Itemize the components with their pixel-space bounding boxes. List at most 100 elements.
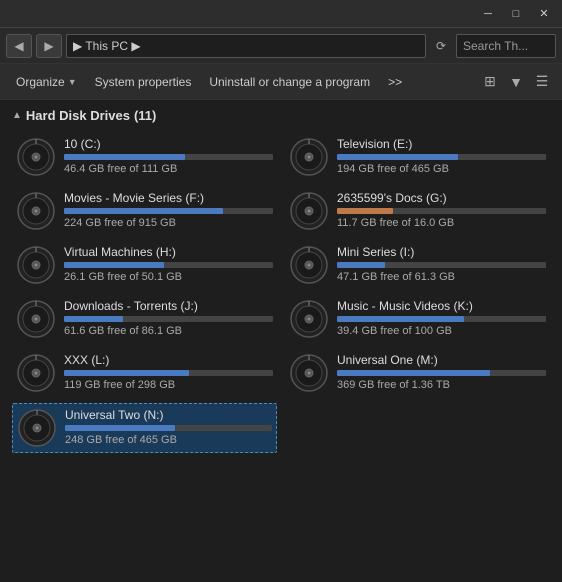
drive-info: Television (E:) 194 GB free of 465 GB xyxy=(337,137,546,175)
drive-item[interactable]: Universal One (M:) 369 GB free of 1.36 TB xyxy=(285,349,550,397)
drive-item[interactable]: Universal Two (N:) 248 GB free of 465 GB xyxy=(12,403,277,453)
drive-name: Television (E:) xyxy=(337,137,546,151)
section-toggle-icon[interactable]: ▲ xyxy=(12,110,22,121)
drive-free: 11.7 GB free of 16.0 GB xyxy=(337,217,546,229)
drive-info: 10 (C:) 46.4 GB free of 111 GB xyxy=(64,137,273,175)
section-count: (11) xyxy=(134,108,156,123)
drive-icon xyxy=(289,191,329,231)
drive-name: 2635599's Docs (G:) xyxy=(337,191,546,205)
details-view-button[interactable]: ☰ xyxy=(530,71,554,93)
drive-icon xyxy=(16,191,56,231)
path-text: ▶ This PC ▶ xyxy=(73,39,141,53)
address-path[interactable]: ▶ This PC ▶ xyxy=(66,34,426,58)
drive-info: 2635599's Docs (G:) 11.7 GB free of 16.0 … xyxy=(337,191,546,229)
drive-bar xyxy=(337,316,464,322)
drive-name: 10 (C:) xyxy=(64,137,273,151)
drive-icon xyxy=(289,137,329,177)
drive-bar xyxy=(64,154,185,160)
drive-bar xyxy=(64,316,123,322)
drive-icon xyxy=(289,299,329,339)
drive-item[interactable]: XXX (L:) 119 GB free of 298 GB xyxy=(12,349,277,397)
drive-name: Virtual Machines (H:) xyxy=(64,245,273,259)
uninstall-button[interactable]: Uninstall or change a program xyxy=(201,69,378,95)
drive-bar xyxy=(337,370,490,376)
drive-free: 46.4 GB free of 111 GB xyxy=(64,163,273,175)
back-button[interactable]: ◀ xyxy=(6,34,32,58)
drive-bar-container xyxy=(337,154,546,160)
drive-bar-container xyxy=(337,262,546,268)
drive-info: Downloads - Torrents (J:)61.6 GB free of… xyxy=(64,299,273,337)
drive-name: Mini Series (I:) xyxy=(337,245,546,259)
drive-info: Virtual Machines (H:) 26.1 GB free of 50.… xyxy=(64,245,273,283)
section-header: ▲ Hard Disk Drives (11) xyxy=(12,108,550,123)
toolbar-right: ⊞ ▼ ☰ xyxy=(478,71,554,93)
system-properties-button[interactable]: System properties xyxy=(87,69,200,95)
system-properties-label: System properties xyxy=(95,75,192,89)
drive-name: Universal One (M:) xyxy=(337,353,546,367)
search-box[interactable]: Search Th... xyxy=(456,34,556,58)
more-button[interactable]: >> xyxy=(380,69,410,95)
drive-icon xyxy=(16,299,56,339)
window-controls: ─ □ ✕ xyxy=(474,4,558,24)
drive-icon xyxy=(16,245,56,285)
drive-bar xyxy=(337,208,393,214)
title-bar: ─ □ ✕ xyxy=(0,0,562,28)
drive-bar xyxy=(64,262,164,268)
view-dropdown-button[interactable]: ▼ xyxy=(504,71,528,93)
drive-name: Movies - Movie Series (F:) xyxy=(64,191,273,205)
organize-arrow: ▼ xyxy=(68,77,77,87)
drive-item[interactable]: Music - Music Videos (K:)39.4 GB free of… xyxy=(285,295,550,343)
address-bar: ◀ ▶ ▶ This PC ▶ ⟳ Search Th... xyxy=(0,28,562,64)
drive-name: Universal Two (N:) xyxy=(65,408,272,422)
drive-info: Universal Two (N:) 248 GB free of 465 GB xyxy=(65,408,272,446)
drive-bar xyxy=(337,262,385,268)
drive-free: 61.6 GB free of 86.1 GB xyxy=(64,325,273,337)
drive-bar-container xyxy=(64,262,273,268)
drive-bar-container xyxy=(337,370,546,376)
drive-item[interactable]: Mini Series (I:) 47.1 GB free of 61.3 GB xyxy=(285,241,550,289)
drive-bar xyxy=(64,370,189,376)
drive-name: Music - Music Videos (K:) xyxy=(337,299,546,313)
organize-button[interactable]: Organize ▼ xyxy=(8,69,85,95)
drives-grid: 10 (C:) 46.4 GB free of 111 GB Television… xyxy=(12,133,550,453)
search-placeholder: Search Th... xyxy=(463,39,528,53)
close-button[interactable]: ✕ xyxy=(530,4,558,24)
drive-bar xyxy=(65,425,175,431)
view-icon-button[interactable]: ⊞ xyxy=(478,71,502,93)
drive-icon xyxy=(289,353,329,393)
drive-item[interactable]: Movies - Movie Series (F:)224 GB free of… xyxy=(12,187,277,235)
minimize-button[interactable]: ─ xyxy=(474,4,502,24)
drive-item[interactable]: Virtual Machines (H:) 26.1 GB free of 50.… xyxy=(12,241,277,289)
drive-item[interactable]: 2635599's Docs (G:) 11.7 GB free of 16.0 … xyxy=(285,187,550,235)
main-content: ▲ Hard Disk Drives (11) 10 (C:) 46.4 GB f… xyxy=(0,100,562,582)
drive-name: XXX (L:) xyxy=(64,353,273,367)
drive-bar-container xyxy=(64,316,273,322)
drive-free: 369 GB free of 1.36 TB xyxy=(337,379,546,391)
section-title: Hard Disk Drives xyxy=(26,108,130,123)
refresh-button[interactable]: ⟳ xyxy=(430,35,452,57)
maximize-button[interactable]: □ xyxy=(502,4,530,24)
drive-item[interactable]: 10 (C:) 46.4 GB free of 111 GB xyxy=(12,133,277,181)
drive-info: Movies - Movie Series (F:)224 GB free of… xyxy=(64,191,273,229)
organize-label: Organize xyxy=(16,75,65,89)
drive-icon xyxy=(289,245,329,285)
drive-free: 194 GB free of 465 GB xyxy=(337,163,546,175)
drive-info: Music - Music Videos (K:)39.4 GB free of… xyxy=(337,299,546,337)
drive-info: Mini Series (I:) 47.1 GB free of 61.3 GB xyxy=(337,245,546,283)
drive-bar-container xyxy=(64,370,273,376)
drive-item[interactable]: Downloads - Torrents (J:)61.6 GB free of… xyxy=(12,295,277,343)
drive-bar xyxy=(64,208,223,214)
drive-info: XXX (L:) 119 GB free of 298 GB xyxy=(64,353,273,391)
drive-free: 47.1 GB free of 61.3 GB xyxy=(337,271,546,283)
drive-free: 248 GB free of 465 GB xyxy=(65,434,272,446)
drive-bar-container xyxy=(337,316,546,322)
drive-bar-container xyxy=(337,208,546,214)
drive-free: 119 GB free of 298 GB xyxy=(64,379,273,391)
drive-free: 26.1 GB free of 50.1 GB xyxy=(64,271,273,283)
drive-bar xyxy=(337,154,458,160)
drive-item[interactable]: Television (E:) 194 GB free of 465 GB xyxy=(285,133,550,181)
forward-button[interactable]: ▶ xyxy=(36,34,62,58)
uninstall-label: Uninstall or change a program xyxy=(209,75,370,89)
drive-icon xyxy=(17,408,57,448)
drive-bar-container xyxy=(64,154,273,160)
